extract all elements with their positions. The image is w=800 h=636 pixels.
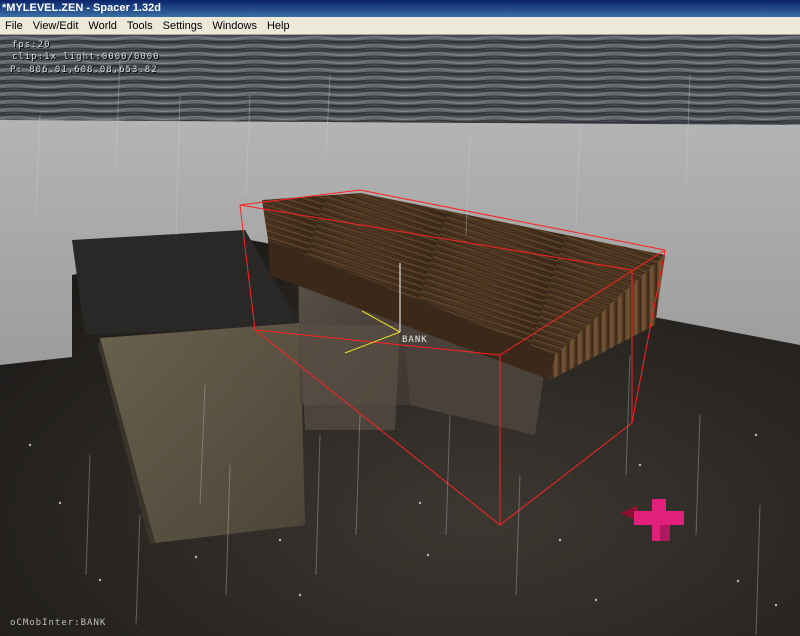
title-bar: *MYLEVEL.ZEN - Spacer 1.32d <box>0 0 800 17</box>
menu-windows[interactable]: Windows <box>207 17 262 35</box>
hud-clip-light: clip:1x light:0000/0000 <box>12 52 160 62</box>
3d-viewport[interactable]: fps:20 clip:1x light:0000/0000 P: 806.01… <box>0 35 800 636</box>
menu-file[interactable]: File <box>0 17 28 35</box>
menu-world[interactable]: World <box>83 17 122 35</box>
spacer-window: *MYLEVEL.ZEN - Spacer 1.32d File View/Ed… <box>0 0 800 636</box>
window-title: *MYLEVEL.ZEN - Spacer 1.32d <box>2 2 161 14</box>
menu-bar: File View/Edit World Tools Settings Wind… <box>0 17 800 35</box>
hud-fps: fps:20 <box>12 40 51 50</box>
menu-help[interactable]: Help <box>262 17 295 35</box>
menu-settings[interactable]: Settings <box>158 17 208 35</box>
menu-tools[interactable]: Tools <box>122 17 158 35</box>
menu-view-edit[interactable]: View/Edit <box>28 17 84 35</box>
selected-vob-label: BANK <box>402 335 428 345</box>
hud-position: P: 806.01,608.08,653.82 <box>10 65 158 75</box>
scene-render <box>0 35 800 636</box>
viewport-status: oCMobInter:BANK <box>10 618 107 628</box>
